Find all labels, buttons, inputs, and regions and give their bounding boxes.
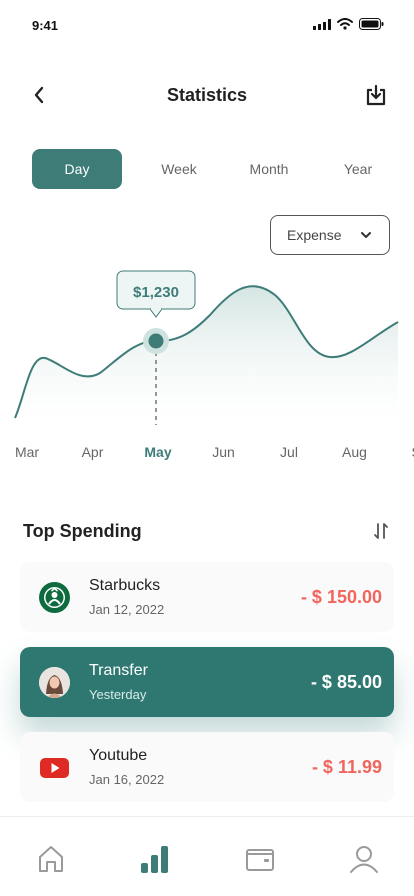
dropdown-value: Expense: [287, 227, 342, 243]
nav-wallet[interactable]: [240, 839, 280, 879]
chart-tooltip: $1,230: [116, 270, 196, 318]
user-icon: [350, 846, 378, 873]
download-button[interactable]: [362, 82, 390, 110]
x-axis-label: Apr: [82, 444, 104, 460]
bottom-nav: [0, 816, 414, 896]
header: Statistics: [0, 70, 414, 120]
transaction-date: Jan 12, 2022: [89, 602, 165, 617]
youtube-logo-icon: [39, 752, 70, 783]
signal-icon: [313, 18, 331, 30]
chevron-down-icon: [361, 232, 371, 238]
x-axis-label: Mar: [15, 444, 39, 460]
tab-week[interactable]: Week: [134, 149, 224, 189]
download-icon: [366, 84, 386, 106]
status-bar: 9:41: [0, 0, 414, 50]
wallet-icon: [246, 849, 274, 871]
wifi-icon: [337, 18, 353, 30]
x-axis-label: Jul: [280, 444, 298, 460]
transaction-item[interactable]: Youtube Jan 16, 2022 - $ 11.99: [20, 732, 394, 802]
chart-tooltip-label: $1,230: [133, 284, 179, 301]
expense-dropdown[interactable]: Expense: [270, 215, 390, 255]
chart-icon: [141, 846, 168, 873]
transaction-amount: - $ 150.00: [300, 587, 382, 607]
transaction-item[interactable]: Starbucks Jan 12, 2022 - $ 150.00: [20, 562, 394, 632]
home-icon: [39, 846, 63, 872]
tab-day[interactable]: Day: [32, 149, 122, 189]
transaction-amount: - $ 11.99: [311, 757, 382, 777]
transaction-name: Transfer: [89, 662, 148, 679]
chart-x-axis: MarAprMayJunJulAugSe: [15, 444, 414, 460]
x-axis-label: May: [144, 444, 171, 460]
status-icons: [313, 18, 384, 30]
x-axis-label: Aug: [342, 444, 367, 460]
transaction-amount: - $ 85.00: [310, 672, 382, 692]
page-title: Statistics: [166, 85, 248, 105]
section-title: Top Spending: [23, 521, 142, 541]
spending-chart: $1,230 MarAprMayJunJulAugSe: [14, 270, 414, 460]
tab-year[interactable]: Year: [313, 149, 403, 189]
transaction-name: Youtube: [89, 747, 148, 764]
x-axis-label: Jun: [212, 444, 235, 460]
transaction-date: Jan 16, 2022: [89, 772, 165, 787]
tab-month[interactable]: Month: [224, 149, 314, 189]
transaction-item-highlighted[interactable]: Transfer Yesterday - $ 85.00: [20, 647, 394, 717]
sort-button[interactable]: [370, 520, 392, 542]
battery-icon: [359, 18, 384, 30]
transaction-date: Yesterday: [89, 687, 147, 702]
nav-statistics[interactable]: [135, 839, 175, 879]
sort-icon: [374, 523, 388, 539]
nav-home[interactable]: [31, 839, 71, 879]
period-tabs: Day Week Month Year: [32, 149, 382, 189]
avatar: [39, 667, 70, 698]
starbucks-logo-icon: [39, 582, 70, 613]
chart-point[interactable]: [148, 333, 164, 349]
status-time: 9:41: [32, 18, 59, 33]
transaction-name: Starbucks: [89, 577, 161, 594]
nav-profile[interactable]: [344, 839, 384, 879]
